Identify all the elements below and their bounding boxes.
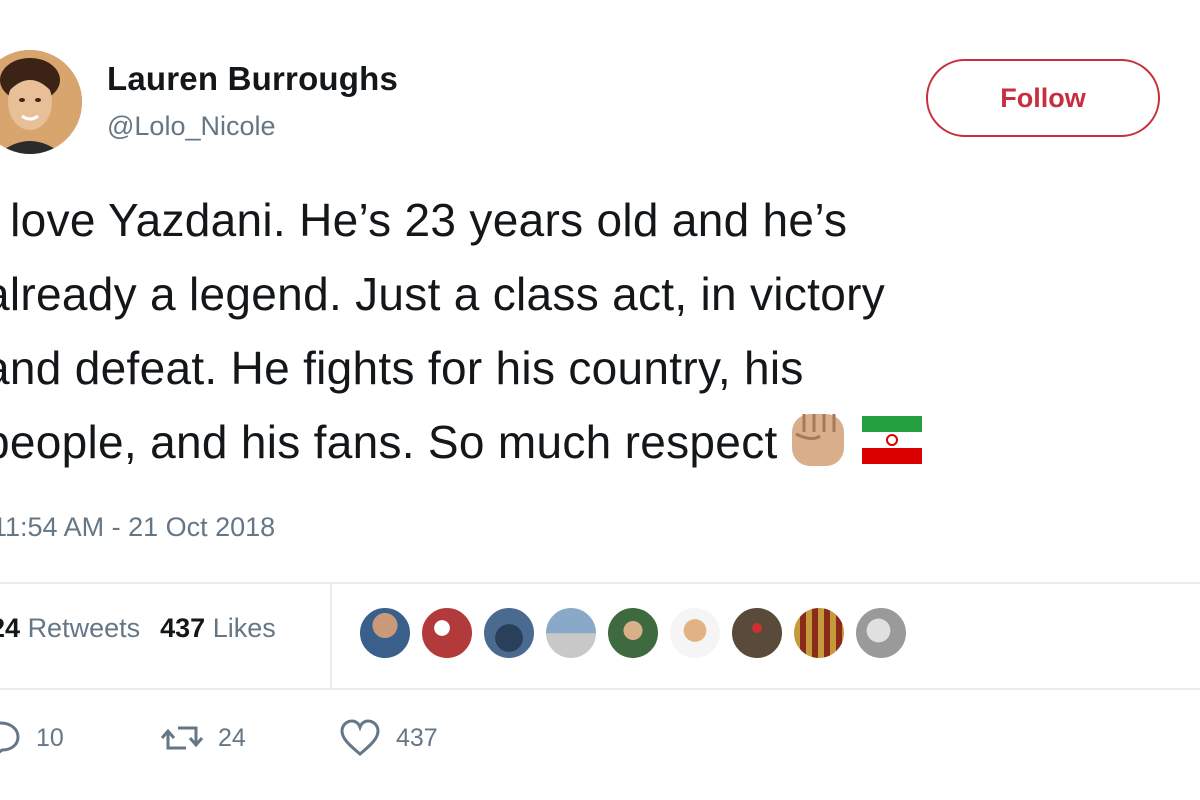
- tweet-text-line: people, and his fans. So much respect: [0, 405, 1200, 489]
- retweet-button[interactable]: 24: [160, 718, 246, 758]
- retweet-icon: [160, 726, 204, 750]
- liker-avatar[interactable]: [730, 606, 784, 660]
- reply-count: 10: [36, 723, 64, 752]
- tweet-stats: 24 Retweets 437 Likes: [0, 613, 276, 644]
- divider: [0, 582, 1200, 584]
- tweet-text-line-content: people, and his fans. So much respect: [0, 416, 778, 468]
- likes-count: 437: [160, 613, 206, 643]
- author-avatar-image: [0, 50, 82, 154]
- liker-avatar[interactable]: [544, 606, 598, 660]
- likes-label: Likes: [212, 613, 276, 643]
- liker-avatar[interactable]: [668, 606, 722, 660]
- divider: [0, 688, 1200, 690]
- liker-avatar[interactable]: [482, 606, 536, 660]
- author-avatar[interactable]: [0, 50, 82, 154]
- tweet-timestamp[interactable]: 11:54 AM - 21 Oct 2018: [0, 512, 275, 543]
- follow-button[interactable]: Follow: [926, 59, 1160, 137]
- liker-avatar[interactable]: [420, 606, 474, 660]
- like-count: 437: [396, 723, 438, 752]
- iran-flag-icon: [861, 412, 922, 489]
- tweet-text-line: and defeat. He fights for his country, h…: [0, 342, 804, 394]
- liker-avatar[interactable]: [854, 606, 908, 660]
- stats-divider: [330, 583, 332, 688]
- liker-avatar[interactable]: [358, 606, 412, 660]
- reply-button[interactable]: 10: [0, 718, 64, 758]
- like-button[interactable]: 437: [338, 718, 438, 758]
- reply-icon: [0, 721, 20, 754]
- retweets-label: Retweets: [27, 613, 141, 643]
- heart-icon: [340, 719, 380, 756]
- tweet-text-line: I love Yazdani. He’s 23 years old and he…: [0, 194, 848, 246]
- liker-avatars: [358, 606, 908, 660]
- author-display-name[interactable]: Lauren Burroughs: [107, 60, 398, 98]
- raised-fist-icon: [784, 408, 856, 489]
- likes-stat[interactable]: 437 Likes: [160, 613, 276, 643]
- liker-avatar[interactable]: [606, 606, 660, 660]
- retweets-stat[interactable]: 24 Retweets: [0, 613, 140, 643]
- author-handle[interactable]: @Lolo_Nicole: [107, 111, 276, 142]
- tweet-text: I love Yazdani. He’s 23 years old and he…: [0, 183, 1200, 489]
- retweet-count: 24: [218, 723, 246, 752]
- retweets-count: 24: [0, 613, 21, 643]
- tweet-text-line: already a legend. Just a class act, in v…: [0, 268, 886, 320]
- liker-avatar[interactable]: [792, 606, 846, 660]
